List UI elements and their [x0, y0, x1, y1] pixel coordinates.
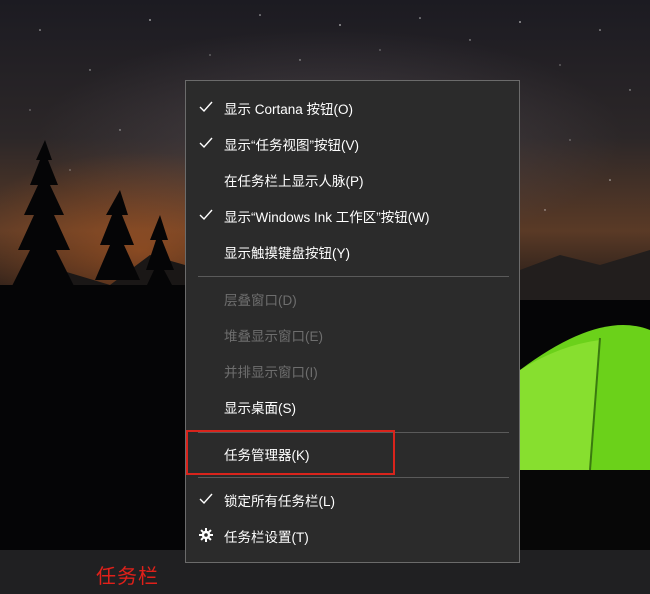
- menu-item-show-touch-keyboard-button[interactable]: 显示触摸键盘按钮(Y): [186, 234, 519, 270]
- menu-item-show-cortana-button[interactable]: 显示 Cortana 按钮(O): [186, 90, 519, 126]
- menu-item-show-windows-ink-button[interactable]: 显示“Windows Ink 工作区”按钮(W): [186, 198, 519, 234]
- task-manager-highlight-box: [186, 430, 395, 475]
- checkmark-icon: [199, 209, 213, 221]
- menu-item-show-desktop[interactable]: 显示桌面(S): [186, 389, 519, 425]
- menu-item-label: 任务栏设置(T): [224, 530, 309, 545]
- menu-item-label: 并排显示窗口(I): [224, 365, 318, 380]
- checkmark-icon: [199, 493, 213, 505]
- menu-item-label: 显示“Windows Ink 工作区”按钮(W): [224, 210, 430, 225]
- menu-item-label: 锁定所有任务栏(L): [224, 494, 335, 509]
- checkmark-icon: [199, 137, 213, 149]
- menu-item-label: 堆叠显示窗口(E): [224, 329, 323, 344]
- menu-item-stack-windows: 堆叠显示窗口(E): [186, 317, 519, 353]
- menu-item-label: 显示桌面(S): [224, 401, 296, 416]
- gear-icon: [199, 528, 213, 542]
- checkmark-icon: [199, 101, 213, 113]
- menu-item-show-people[interactable]: 在任务栏上显示人脉(P): [186, 162, 519, 198]
- menu-item-taskbar-settings[interactable]: 任务栏设置(T): [186, 518, 519, 554]
- menu-item-side-by-side-windows: 并排显示窗口(I): [186, 353, 519, 389]
- menu-separator: [198, 276, 509, 277]
- menu-item-cascade-windows: 层叠窗口(D): [186, 281, 519, 317]
- menu-item-label: 显示“任务视图”按钮(V): [224, 138, 359, 153]
- taskbar-context-menu: 显示 Cortana 按钮(O) 显示“任务视图”按钮(V) 在任务栏上显示人脉…: [185, 80, 520, 563]
- menu-item-label: 显示触摸键盘按钮(Y): [224, 246, 350, 261]
- menu-item-label: 层叠窗口(D): [224, 293, 297, 308]
- menu-separator: [198, 477, 509, 478]
- menu-item-lock-all-taskbars[interactable]: 锁定所有任务栏(L): [186, 482, 519, 518]
- taskbar-annotation-label: 任务栏: [96, 566, 159, 588]
- menu-item-label: 在任务栏上显示人脉(P): [224, 174, 364, 189]
- menu-item-show-task-view-button[interactable]: 显示“任务视图”按钮(V): [186, 126, 519, 162]
- menu-item-label: 显示 Cortana 按钮(O): [224, 102, 354, 117]
